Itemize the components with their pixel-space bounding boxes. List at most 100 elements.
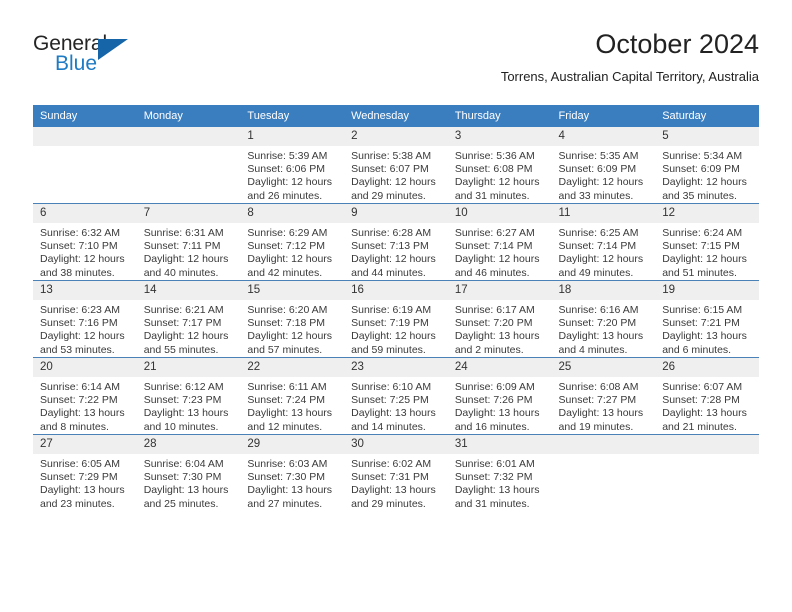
sunrise-text: Sunrise: 6:03 AM [247, 458, 328, 470]
day-number: 13 [33, 281, 137, 300]
sunset-text: Sunset: 7:30 PM [143, 471, 222, 484]
calendar-day-cell[interactable]: 13 Sunrise: 6:23 AM Sunset: 7:16 PM Dayligh… [33, 280, 137, 358]
weekday-header-friday: Friday [551, 105, 656, 127]
day-details: Sunrise: 5:36 AM Sunset: 6:08 PM Daylight:… [448, 146, 552, 203]
day-number: 3 [447, 127, 552, 146]
daylight-text: Daylight: 12 hours and 55 minutes. [143, 330, 229, 356]
sunset-text: Sunset: 7:21 PM [662, 317, 740, 330]
daylight-text: Daylight: 12 hours and 49 minutes. [558, 253, 644, 279]
daylight-text: Daylight: 12 hours and 46 minutes. [454, 253, 540, 279]
weekday-header-tuesday: Tuesday [240, 105, 345, 127]
day-number: 16 [344, 281, 448, 300]
sunrise-text: Sunrise: 6:11 AM [247, 381, 327, 393]
day-number: 5 [655, 127, 759, 146]
sunrise-text: Sunrise: 6:31 AM [143, 227, 224, 239]
day-details: Sunrise: 5:39 AM Sunset: 6:06 PM Daylight:… [240, 146, 344, 203]
calendar-day-cell[interactable]: 25 Sunrise: 6:08 AM Sunset: 7:27 PM Dayligh… [551, 357, 656, 435]
day-details: Sunrise: 6:12 AM Sunset: 7:23 PM Daylight:… [137, 377, 241, 434]
sunrise-text: Sunrise: 6:28 AM [351, 227, 432, 239]
calendar-day-cell[interactable]: 5 Sunrise: 5:34 AM Sunset: 6:09 PM Daylight… [655, 127, 759, 204]
day-details: Sunrise: 6:32 AM Sunset: 7:10 PM Daylight:… [33, 223, 137, 280]
day-details: Sunrise: 6:19 AM Sunset: 7:19 PM Daylight:… [344, 300, 448, 357]
day-number: 19 [655, 281, 759, 300]
sunset-text: Sunset: 6:09 PM [558, 163, 637, 176]
calendar-day-cell[interactable]: 7 Sunrise: 6:31 AM Sunset: 7:11 PM Daylight… [136, 203, 241, 281]
sunset-text: Sunset: 6:08 PM [454, 163, 533, 176]
calendar-grid: Sunday Monday Tuesday Wednesday Thursday… [33, 105, 759, 511]
calendar-day-cell[interactable]: 17 Sunrise: 6:17 AM Sunset: 7:20 PM Dayligh… [447, 280, 552, 358]
calendar-day-cell[interactable]: 15 Sunrise: 6:20 AM Sunset: 7:18 PM Dayligh… [240, 280, 345, 358]
day-details: Sunrise: 6:21 AM Sunset: 7:17 PM Daylight:… [137, 300, 241, 357]
calendar-day-cell[interactable]: 11 Sunrise: 6:25 AM Sunset: 7:14 PM Dayligh… [551, 203, 656, 281]
calendar-day-cell[interactable]: 9 Sunrise: 6:28 AM Sunset: 7:13 PM Daylight… [344, 203, 448, 281]
sunset-text: Sunset: 7:30 PM [247, 471, 326, 484]
calendar-day-cell[interactable]: 28 Sunrise: 6:04 AM Sunset: 7:30 PM Dayligh… [136, 434, 241, 511]
sunset-text: Sunset: 7:24 PM [247, 394, 326, 407]
sunrise-text: Sunrise: 6:16 AM [558, 304, 639, 316]
day-details: Sunrise: 6:15 AM Sunset: 7:21 PM Daylight:… [655, 300, 759, 357]
day-details: Sunrise: 6:05 AM Sunset: 7:29 PM Daylight:… [33, 454, 137, 511]
calendar-day-cell[interactable]: 8 Sunrise: 6:29 AM Sunset: 7:12 PM Daylight… [240, 203, 345, 281]
sunrise-text: Sunrise: 6:14 AM [40, 381, 120, 393]
day-details: Sunrise: 6:02 AM Sunset: 7:31 PM Daylight:… [344, 454, 448, 511]
sunrise-text: Sunrise: 6:19 AM [351, 304, 432, 316]
day-number: 8 [240, 204, 345, 223]
daylight-text: Daylight: 12 hours and 44 minutes. [351, 253, 436, 279]
sunrise-text: Sunrise: 6:25 AM [558, 227, 639, 239]
calendar-day-cell[interactable]: 21 Sunrise: 6:12 AM Sunset: 7:23 PM Dayligh… [136, 357, 241, 435]
calendar-day-cell[interactable]: 24 Sunrise: 6:09 AM Sunset: 7:26 PM Dayligh… [447, 357, 552, 435]
calendar-day-cell[interactable]: 30 Sunrise: 6:02 AM Sunset: 7:31 PM Dayligh… [344, 434, 448, 511]
calendar-day-cell[interactable]: 16 Sunrise: 6:19 AM Sunset: 7:19 PM Dayligh… [344, 280, 448, 358]
day-number: 17 [447, 281, 552, 300]
day-details: Sunrise: 6:17 AM Sunset: 7:20 PM Daylight:… [448, 300, 552, 357]
sunset-text: Sunset: 6:07 PM [351, 163, 429, 176]
sunset-text: Sunset: 6:06 PM [247, 163, 326, 176]
daylight-text: Daylight: 13 hours and 25 minutes. [143, 484, 229, 510]
calendar-day-cell[interactable]: 19 Sunrise: 6:15 AM Sunset: 7:21 PM Dayligh… [655, 280, 759, 358]
calendar-day-cell[interactable]: 20 Sunrise: 6:14 AM Sunset: 7:22 PM Dayligh… [33, 357, 137, 435]
calendar-day-cell[interactable]: 2 Sunrise: 5:38 AM Sunset: 6:07 PM Daylight… [344, 127, 448, 204]
calendar-day-cell[interactable]: 29 Sunrise: 6:03 AM Sunset: 7:30 PM Dayligh… [240, 434, 345, 511]
calendar-day-cell[interactable]: 14 Sunrise: 6:21 AM Sunset: 7:17 PM Dayligh… [136, 280, 241, 358]
daylight-text: Daylight: 13 hours and 19 minutes. [558, 407, 644, 433]
calendar-day-cell[interactable]: 1 Sunrise: 5:39 AM Sunset: 6:06 PM Daylight… [240, 127, 345, 204]
daylight-text: Daylight: 12 hours and 33 minutes. [558, 176, 644, 202]
calendar-day-cell[interactable]: 10 Sunrise: 6:27 AM Sunset: 7:14 PM Dayligh… [447, 203, 552, 281]
calendar-day-cell[interactable]: 27 Sunrise: 6:05 AM Sunset: 7:29 PM Dayligh… [33, 434, 137, 511]
sunset-text: Sunset: 7:15 PM [662, 240, 740, 253]
day-details: Sunrise: 6:28 AM Sunset: 7:13 PM Daylight:… [344, 223, 448, 280]
day-number: 14 [136, 281, 241, 300]
calendar-day-cell[interactable]: 23 Sunrise: 6:10 AM Sunset: 7:25 PM Dayligh… [344, 357, 448, 435]
calendar-week-row: 13 Sunrise: 6:23 AM Sunset: 7:16 PM Dayligh… [33, 280, 759, 358]
calendar-day-cell[interactable]: 18 Sunrise: 6:16 AM Sunset: 7:20 PM Dayligh… [551, 280, 656, 358]
day-details: Sunrise: 6:03 AM Sunset: 7:30 PM Daylight:… [240, 454, 344, 511]
calendar-day-cell[interactable]: 31 Sunrise: 6:01 AM Sunset: 7:32 PM Dayligh… [447, 434, 552, 511]
daylight-text: Daylight: 13 hours and 4 minutes. [558, 330, 644, 356]
sunset-text: Sunset: 7:25 PM [351, 394, 429, 407]
day-number: 23 [344, 358, 448, 377]
weekday-header-monday: Monday [136, 105, 241, 127]
calendar-day-cell-empty [551, 434, 656, 511]
day-number [136, 127, 241, 146]
calendar-day-cell[interactable]: 6 Sunrise: 6:32 AM Sunset: 7:10 PM Daylight… [33, 203, 137, 281]
calendar-day-cell[interactable]: 26 Sunrise: 6:07 AM Sunset: 7:28 PM Dayligh… [655, 357, 759, 435]
daylight-text: Daylight: 13 hours and 16 minutes. [454, 407, 540, 433]
calendar-day-cell[interactable]: 3 Sunrise: 5:36 AM Sunset: 6:08 PM Daylight… [447, 127, 552, 204]
day-details: Sunrise: 6:29 AM Sunset: 7:12 PM Daylight:… [240, 223, 344, 280]
day-number [33, 127, 137, 146]
sunset-text: Sunset: 7:28 PM [662, 394, 740, 407]
day-number: 2 [344, 127, 448, 146]
day-number: 15 [240, 281, 345, 300]
day-details: Sunrise: 6:01 AM Sunset: 7:32 PM Daylight:… [448, 454, 552, 511]
day-number: 9 [344, 204, 448, 223]
calendar-day-cell[interactable]: 4 Sunrise: 5:35 AM Sunset: 6:09 PM Daylight… [551, 127, 656, 204]
day-number: 30 [344, 435, 448, 454]
calendar-day-cell[interactable]: 22 Sunrise: 6:11 AM Sunset: 7:24 PM Dayligh… [240, 357, 345, 435]
calendar-day-cell[interactable]: 12 Sunrise: 6:24 AM Sunset: 7:15 PM Dayligh… [655, 203, 759, 281]
day-details: Sunrise: 6:27 AM Sunset: 7:14 PM Daylight:… [448, 223, 552, 280]
sunset-text: Sunset: 6:09 PM [662, 163, 740, 176]
brand-logo[interactable]: General Blue [33, 33, 153, 85]
sunset-text: Sunset: 7:27 PM [558, 394, 637, 407]
daylight-text: Daylight: 13 hours and 6 minutes. [662, 330, 747, 356]
day-number: 31 [447, 435, 552, 454]
